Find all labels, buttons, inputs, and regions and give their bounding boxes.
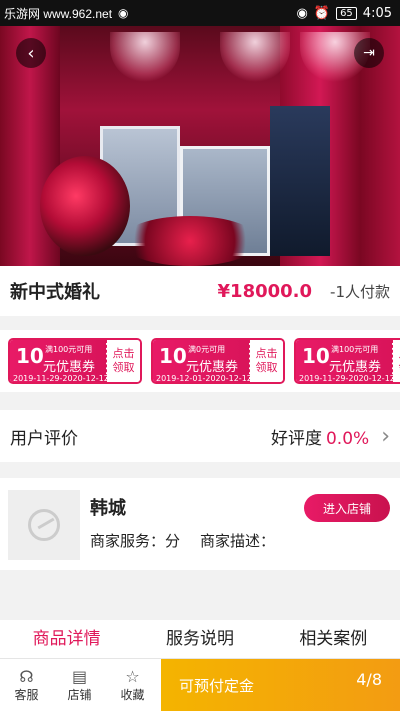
customer-service-button[interactable]: ☊ 客服	[0, 659, 53, 711]
coupon-amount: 10	[16, 344, 44, 368]
shop-button[interactable]: ▤ 店铺	[53, 659, 106, 711]
product-price: ¥18000.0	[217, 280, 313, 302]
rating: 好评度 0.0%	[271, 424, 369, 449]
chevron-left-icon: ‹	[27, 42, 35, 64]
chevron-right-icon: ›	[381, 423, 390, 449]
product-name: 新中式婚礼	[10, 282, 100, 303]
coupon-label: 元优惠券	[186, 360, 239, 375]
store-logo-icon	[28, 509, 60, 541]
coupon-body: 10 满100元可用 元优惠券 2019-11-29-2020-12-12	[296, 340, 395, 383]
bottom-action-bar: ☊ 客服 ▤ 店铺 ☆ 收藏 可预付定金	[0, 658, 400, 711]
store-card: 韩城 商家服务：分 商家描述： 进入店铺	[0, 478, 400, 570]
coupon-date: 2019-12-01-2020-12-12	[156, 374, 252, 383]
coupon-amount: 10	[302, 344, 330, 368]
status-bar: 乐游网 www.962.net ◉ ◉ ⏰ 65 4:05	[0, 0, 400, 26]
coupon-condition: 满100元可用	[331, 345, 379, 354]
claim-label: 点击	[112, 346, 135, 360]
coupon-condition: 满0元可用	[188, 345, 226, 354]
headset-icon: ☊	[19, 666, 34, 686]
coupon-date: 2019-11-29-2020-12-12	[299, 374, 395, 383]
coupon-amount: 10	[159, 344, 187, 368]
star-icon: ☆	[125, 666, 140, 686]
battery-indicator: 65	[336, 6, 357, 20]
hero-decor-flowers	[120, 216, 260, 266]
shop-icon: ▤	[71, 666, 88, 686]
wechat-icon: ◉	[118, 6, 129, 20]
user-reviews-row[interactable]: 用户评价 好评度 0.0% ›	[0, 410, 400, 462]
coupon-body: 10 满100元可用 元优惠券 2019-11-29-2020-12-12	[10, 340, 109, 383]
coupon-list: 10 满100元可用 元优惠券 2019-11-29-2020-12-12 点击…	[0, 330, 400, 392]
claim-coupon-button[interactable]: 点击 领取	[249, 340, 283, 382]
hero-decor-panel	[270, 106, 330, 256]
watermark-text: 乐游网 www.962.net	[4, 6, 113, 21]
back-button[interactable]: ‹	[16, 38, 46, 68]
enter-store-button[interactable]: 进入店铺	[304, 494, 390, 522]
claim-coupon-button[interactable]: 点击 领取	[106, 340, 140, 382]
rating-label: 好评度	[270, 428, 322, 449]
tab-product-details[interactable]: 商品详情	[0, 620, 133, 658]
favorite-label: 收藏	[120, 687, 145, 702]
coupon-card[interactable]: 10 满100元可用 元优惠券 2019-11-29-2020-12-12 点击…	[8, 338, 142, 384]
rating-value: 0.0%	[325, 428, 370, 449]
share-button[interactable]: ⇥	[354, 38, 384, 68]
gallery-counter: 4/8	[356, 670, 382, 689]
hero-decor-chandelier	[110, 32, 180, 82]
coupon-card[interactable]: 10 满0元可用 元优惠券 2019-12-01-2020-12-12 点击 领…	[151, 338, 285, 384]
tab-related-cases[interactable]: 相关案例	[267, 620, 400, 658]
alarm-icon: ⏰	[313, 5, 331, 21]
product-title-row: 新中式婚礼 ¥18000.0 -1人付款	[0, 266, 400, 316]
customer-service-label: 客服	[14, 687, 39, 702]
detail-tabs: 商品详情 服务说明 相关案例	[0, 620, 400, 658]
coupon-condition: 满100元可用	[45, 345, 93, 354]
store-service-score: 商家服务：分	[90, 532, 181, 550]
claim-label: 点击	[255, 346, 278, 360]
coupon-label: 元优惠券	[43, 360, 96, 375]
store-name: 韩城	[90, 498, 126, 519]
reviews-label: 用户评价	[10, 428, 78, 449]
status-time: 4:05	[362, 5, 392, 21]
claim-label: 领取	[112, 361, 135, 374]
claim-label: 领取	[255, 361, 278, 374]
coupon-card[interactable]: 10 满100元可用 元优惠券 2019-11-29-2020-12-12 点击…	[294, 338, 400, 384]
coupon-body: 10 满0元可用 元优惠券 2019-12-01-2020-12-12	[153, 340, 252, 383]
product-gallery[interactable]	[0, 26, 400, 266]
shop-label: 店铺	[67, 687, 92, 702]
eye-icon: ◉	[296, 5, 308, 21]
coupon-label: 元优惠券	[329, 360, 382, 375]
coupon-date: 2019-11-29-2020-12-12	[13, 374, 109, 383]
status-icons: ◉ ⏰ 65 4:05	[297, 6, 392, 21]
store-logo	[8, 490, 80, 560]
hero-decor-flowers	[40, 156, 130, 256]
favorite-button[interactable]: ☆ 收藏	[106, 659, 159, 711]
tab-service-info[interactable]: 服务说明	[133, 620, 266, 658]
store-description-score: 商家描述：	[200, 532, 276, 550]
paid-count: -1人付款	[330, 282, 390, 301]
share-icon: ⇥	[363, 45, 375, 61]
